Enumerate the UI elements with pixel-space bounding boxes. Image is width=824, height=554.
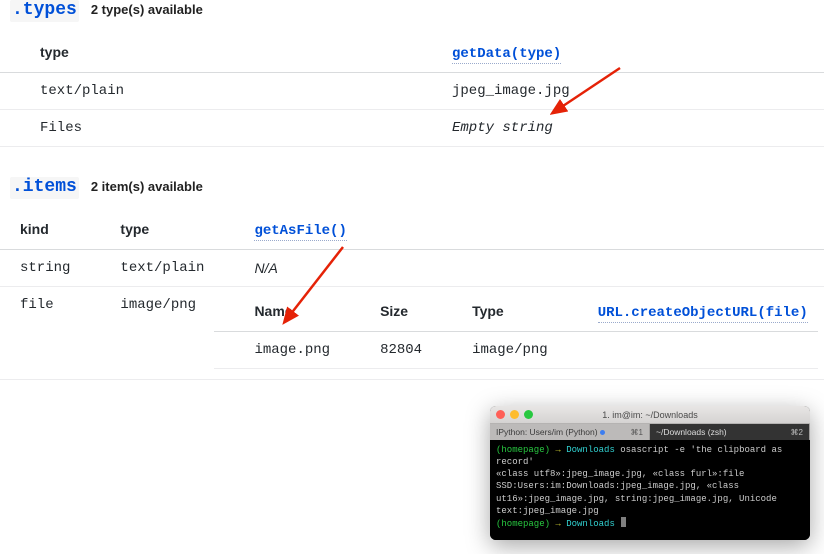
items-col-kind: kind	[0, 211, 80, 250]
file-name: image.png	[214, 332, 340, 369]
types-table: type getData(type) text/plain jpeg_image…	[0, 34, 824, 147]
items-row0-getasfile: N/A	[214, 250, 824, 287]
items-row0-type: text/plain	[80, 250, 214, 287]
items-heading: .items	[10, 177, 79, 199]
types-row0-type: text/plain	[0, 73, 412, 110]
table-row: Files Empty string	[0, 110, 824, 147]
terminal-output: «class utf8»:jpeg_image.jpg, «class furl…	[496, 468, 804, 517]
types-col-getdata[interactable]: getData(type)	[452, 46, 561, 64]
file-col-type: Type	[432, 293, 558, 332]
terminal-window: 1. im@im: ~/Downloads IPython: Users/im …	[490, 406, 810, 540]
types-col-type: type	[0, 34, 412, 73]
terminal-tabs: IPython: Users/im (Python) ⌘1 ~/Download…	[490, 424, 810, 440]
items-row0-kind: string	[0, 250, 80, 287]
table-row: string text/plain N/A	[0, 250, 824, 287]
terminal-tab-downloads[interactable]: ~/Downloads (zsh) ⌘2	[650, 424, 810, 440]
file-col-url[interactable]: URL.createObjectURL(file)	[598, 305, 808, 323]
file-col-size: Size	[340, 293, 432, 332]
file-col-name: Name	[214, 293, 340, 332]
types-row1-getdata: Empty string	[412, 110, 824, 147]
terminal-body[interactable]: (homepage) → Downloads osascript -e 'the…	[490, 440, 810, 540]
items-row1-kind: file	[0, 287, 80, 380]
file-type: image/png	[432, 332, 558, 369]
file-detail-table: Name Size Type URL.createObjectURL(file)…	[214, 293, 817, 369]
table-row: file image/png Name Size Type URL.create…	[0, 287, 824, 380]
types-heading: .types	[10, 0, 79, 22]
items-row1-type: image/png	[80, 287, 214, 380]
types-subtitle: 2 type(s) available	[91, 2, 203, 17]
file-size: 82804	[340, 332, 432, 369]
table-row: text/plain jpeg_image.jpg	[0, 73, 824, 110]
types-row1-type: Files	[0, 110, 412, 147]
cursor-icon	[621, 517, 626, 527]
items-section: .items 2 item(s) available kind type get…	[0, 177, 824, 390]
terminal-tab-ipython[interactable]: IPython: Users/im (Python) ⌘1	[490, 424, 650, 440]
types-section: .types 2 type(s) available type getData(…	[0, 0, 824, 157]
items-col-getasfile[interactable]: getAsFile()	[254, 223, 346, 241]
items-col-type: type	[80, 211, 214, 250]
terminal-titlebar: 1. im@im: ~/Downloads	[490, 406, 810, 424]
items-table: kind type getAsFile() string text/plain …	[0, 211, 824, 380]
types-row0-getdata: jpeg_image.jpg	[412, 73, 824, 110]
terminal-title: 1. im@im: ~/Downloads	[490, 410, 810, 420]
items-subtitle: 2 item(s) available	[91, 179, 203, 194]
